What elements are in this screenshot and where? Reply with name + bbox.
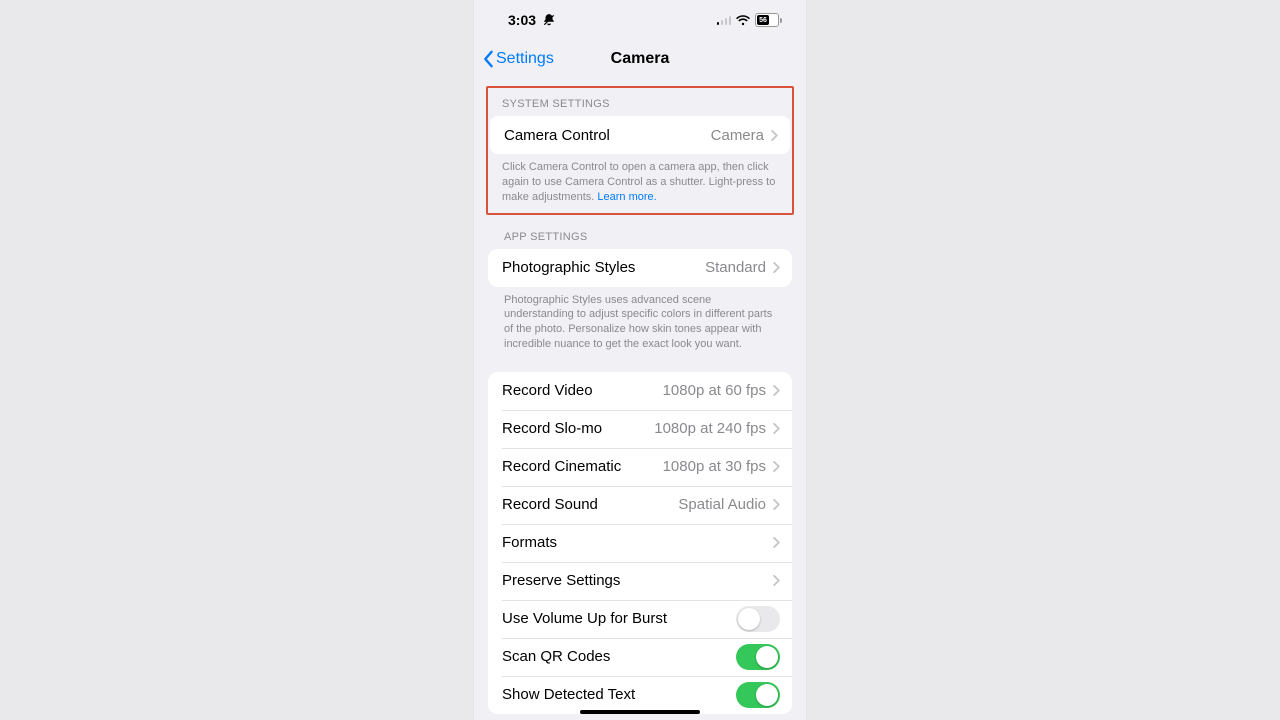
chevron-right-icon xyxy=(772,261,780,274)
learn-more-link[interactable]: Learn more. xyxy=(597,191,656,203)
chevron-right-icon xyxy=(770,129,778,142)
cell-photographic-styles[interactable]: Photographic Styles Standard xyxy=(488,249,792,287)
status-bar: 3:03 xyxy=(474,0,806,40)
back-label: Settings xyxy=(496,50,554,68)
home-indicator[interactable] xyxy=(580,710,700,714)
back-button[interactable]: Settings xyxy=(482,40,554,78)
chevron-right-icon xyxy=(772,574,780,587)
cell-camera-control[interactable]: Camera Control Camera xyxy=(490,116,790,154)
cell-record-sound[interactable]: Record Sound Spatial Audio xyxy=(488,486,792,524)
highlight-system-settings: SYSTEM SETTINGS Camera Control Camera Cl… xyxy=(486,86,794,215)
cell-preserve-settings[interactable]: Preserve Settings xyxy=(488,562,792,600)
section-footer-system: Click Camera Control to open a camera ap… xyxy=(488,154,792,207)
chevron-right-icon xyxy=(772,422,780,435)
cell-volume-up-burst: Use Volume Up for Burst xyxy=(488,600,792,638)
chevron-right-icon xyxy=(772,460,780,473)
status-time: 3:03 xyxy=(508,12,536,28)
wifi-icon xyxy=(735,14,751,26)
toggle-detected-text[interactable] xyxy=(736,682,780,708)
section-header-composition: COMPOSITION xyxy=(474,714,806,720)
toggle-volume-up-burst[interactable] xyxy=(736,606,780,632)
cell-record-video[interactable]: Record Video 1080p at 60 fps xyxy=(488,372,792,410)
section-header-system: SYSTEM SETTINGS xyxy=(488,88,792,116)
cell-record-cinematic[interactable]: Record Cinematic 1080p at 30 fps xyxy=(488,448,792,486)
cell-label: Camera Control xyxy=(504,127,711,144)
phone-frame: 3:03 xyxy=(474,0,806,720)
chevron-right-icon xyxy=(772,498,780,511)
chevron-left-icon xyxy=(482,50,494,68)
section-footer-app: Photographic Styles uses advanced scene … xyxy=(474,287,806,354)
cell-record-slomo[interactable]: Record Slo-mo 1080p at 240 fps xyxy=(488,410,792,448)
cell-value: Camera xyxy=(711,127,764,144)
toggle-scan-qr[interactable] xyxy=(736,644,780,670)
section-header-app: APP SETTINGS xyxy=(474,217,806,249)
cell-show-detected-text: Show Detected Text xyxy=(488,676,792,714)
cell-value: Standard xyxy=(705,259,766,276)
nav-bar: Settings Camera xyxy=(474,40,806,78)
page-title: Camera xyxy=(611,50,670,68)
cell-formats[interactable]: Formats xyxy=(488,524,792,562)
battery-icon: 56 xyxy=(755,13,782,27)
silent-mode-icon xyxy=(542,13,556,27)
cell-scan-qr-codes: Scan QR Codes xyxy=(488,638,792,676)
group-recording: Record Video 1080p at 60 fps Record Slo-… xyxy=(488,372,792,714)
cell-label: Photographic Styles xyxy=(502,259,705,276)
cellular-signal-icon xyxy=(717,15,732,25)
chevron-right-icon xyxy=(772,384,780,397)
chevron-right-icon xyxy=(772,536,780,549)
